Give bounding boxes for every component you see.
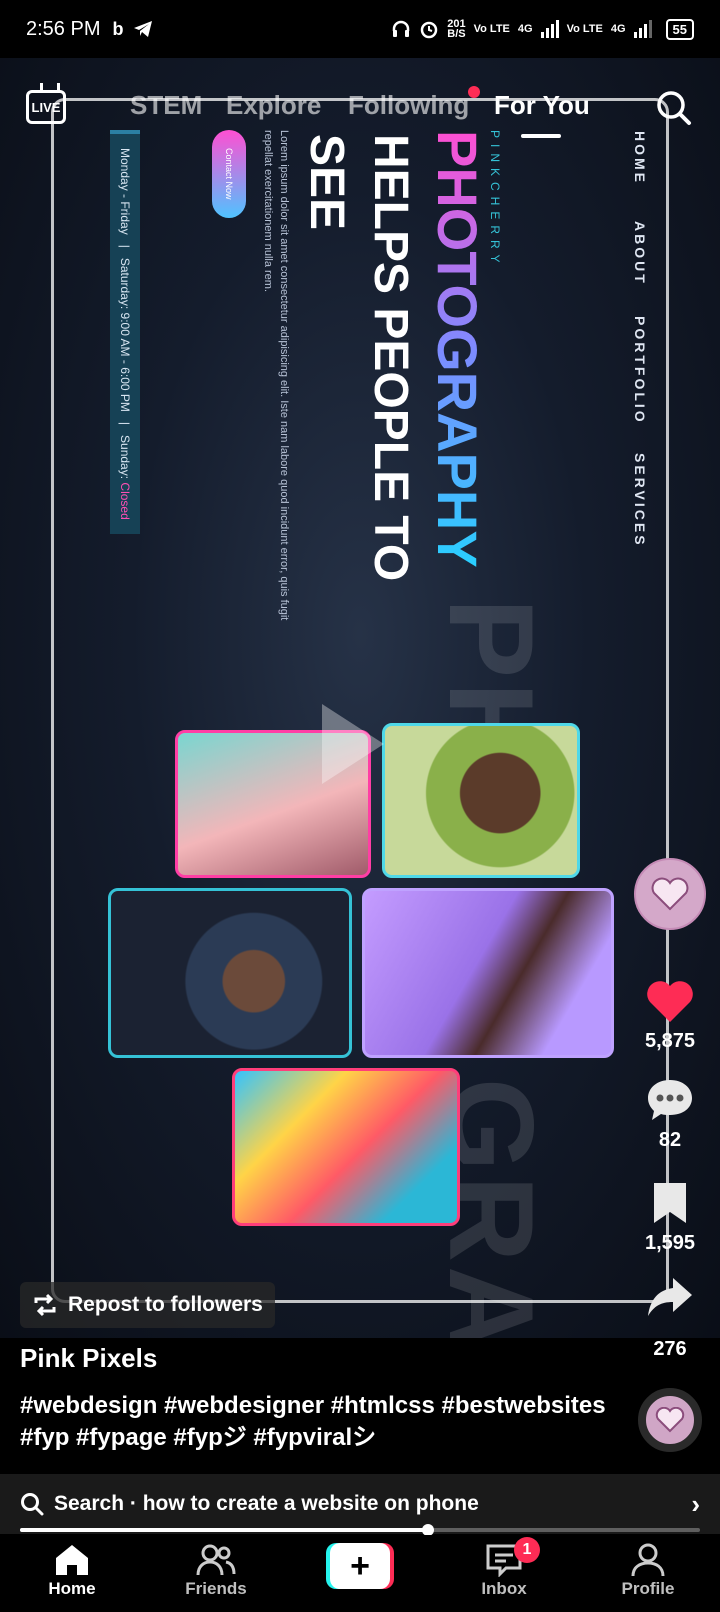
heart-avatar-icon [651,877,689,911]
live-label: LIVE [31,99,61,115]
active-tab-indicator [521,134,561,138]
nav-profile-label: Profile [621,1579,675,1598]
telegram-icon [134,21,153,37]
photo-portrait-colorful [232,1068,460,1226]
status-left-icons: b [112,19,153,40]
bookmark-icon [654,1183,686,1223]
nav-friends[interactable]: Friends [156,1543,276,1599]
save-button[interactable]: 1,595 [630,1180,710,1255]
repost-icon [34,1293,56,1317]
chevron-right-icon: › [691,1488,700,1519]
home-icon [56,1545,88,1575]
like-count: 5,875 [644,1030,696,1052]
hashtags[interactable]: #webdesign #webdesigner #htmlcss #bestwe… [20,1390,610,1454]
friends-icon [196,1544,236,1576]
status-time: 2:56 PM [26,17,101,40]
sim2-net: 4G [610,23,626,35]
battery-icon: 55 [665,18,694,40]
status-right: 201 B/S Vo LTE 4G Vo LTE 4G 55 [391,18,694,40]
repost-label: Repost to followers [68,1293,263,1316]
site-headline-see: SEE [300,134,353,231]
photo-boxer [108,888,352,1058]
play-icon[interactable] [322,704,384,784]
comment-button[interactable]: 82 [630,1077,710,1152]
search-suggestion-text: Search · how to create a website on phon… [54,1492,479,1515]
b-icon: b [112,18,124,39]
site-headline-helps: HELPS PEOPLE TO [364,134,417,582]
create-button[interactable]: + [326,1543,394,1589]
search-icon-small [21,1493,44,1516]
site-nav-about: ABOUT [632,221,648,286]
site-brand: PINKCHERRY [488,130,502,269]
share-arrow-icon [648,1278,692,1316]
site-headline-photography: PHOTOGRAPHY [426,130,489,568]
sim2-label: Vo LTE [566,23,603,35]
photo-portrait-flowers [382,723,580,878]
comment-icon [648,1080,692,1120]
video-player[interactable]: PHO GRA HOME ABOUT PORTFOLIO SERVICES PI… [0,58,720,1338]
progress-fill [20,1528,428,1532]
tab-explore[interactable]: Explore [226,90,321,121]
video-progress-bar[interactable] [20,1524,700,1536]
bottom-nav: Home Friends + Inbox 1 Profile [0,1535,720,1612]
search-suggestion-bar[interactable]: Search · how to create a website on phon… [0,1474,720,1534]
net-speed: 201 B/S [447,18,466,40]
signal-icon-2 [633,20,652,38]
search-icon[interactable] [656,90,692,126]
repost-button[interactable]: Repost to followers [20,1282,275,1328]
sim1-label: Vo LTE [473,23,510,35]
plus-icon: + [330,1543,390,1589]
site-nav-services: SERVICES [632,453,648,548]
hours-saturday: Saturday: 9:00 AM - 6:00 PM [118,257,132,412]
music-disc[interactable] [638,1388,702,1452]
heart-disc-icon [655,1407,685,1433]
live-button[interactable]: LIVE [26,90,66,124]
top-tabs: LIVE STEM Explore Following For You [0,84,720,144]
share-button[interactable] [630,1274,710,1326]
site-nav-portfolio: PORTFOLIO [632,316,648,425]
tab-for-you[interactable]: For You [494,90,590,121]
status-bar: 2:56 PM b 201 B/S Vo LTE 4G Vo LTE 4G 55 [0,0,720,58]
nav-home[interactable]: Home [12,1543,132,1599]
heart-icon [647,981,693,1022]
share-count-wrap: 276 [630,1338,710,1361]
share-count: 276 [653,1338,687,1360]
nav-home-label: Home [48,1579,96,1598]
hours-sunday: Sunday: [118,435,132,480]
inbox-badge: 1 [514,1537,540,1563]
signal-icon [540,20,559,38]
profile-icon [631,1543,665,1577]
following-notification-dot [468,86,480,98]
headphones-icon [393,20,410,37]
site-body-text: Lorem ipsum dolor sit amet consectetur a… [262,130,290,621]
nav-inbox-label: Inbox [481,1579,527,1598]
like-button[interactable]: 5,875 [630,978,710,1053]
hours-closed: Closed [118,482,132,520]
tab-stem[interactable]: STEM [130,90,202,121]
alarm-icon [421,21,438,39]
author-name[interactable]: Pink Pixels [20,1343,157,1374]
nav-profile[interactable]: Profile [588,1543,708,1599]
nav-friends-label: Friends [185,1579,247,1598]
nav-inbox[interactable]: Inbox [444,1543,564,1599]
save-count: 1,595 [644,1232,696,1254]
comment-count: 82 [658,1129,682,1151]
sim1-net: 4G [517,23,533,35]
hours-weekday: Monday - Friday [118,148,132,235]
creator-avatar[interactable] [634,858,706,930]
tab-following[interactable]: Following [348,90,469,121]
photo-portrait-purple [362,888,614,1058]
site-hours-bar: Monday - Friday | Saturday: 9:00 AM - 6:… [110,130,140,534]
